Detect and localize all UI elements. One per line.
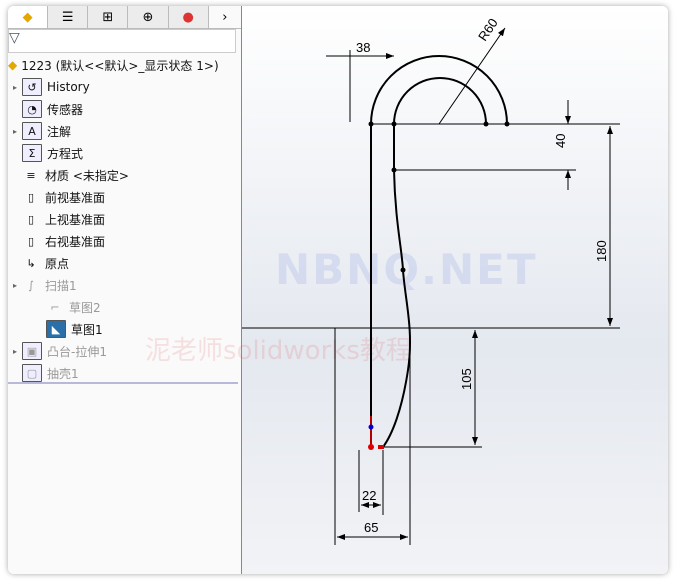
dimension-180[interactable]: 180 (594, 240, 609, 262)
dimension-22[interactable]: 22 (362, 488, 376, 503)
sketch-points (368, 121, 510, 450)
dimension-lines (242, 27, 620, 545)
sketch-canvas[interactable]: 38 R60 40 180 105 22 65 (0, 0, 679, 585)
dimension-40[interactable]: 40 (553, 134, 568, 148)
dimension-105[interactable]: 105 (459, 368, 474, 390)
dimension-labels[interactable]: 38 R60 40 180 105 22 65 (356, 16, 609, 535)
dimension-38[interactable]: 38 (356, 40, 370, 55)
dimension-65[interactable]: 65 (364, 520, 378, 535)
sketch-geometry[interactable] (370, 55, 508, 448)
